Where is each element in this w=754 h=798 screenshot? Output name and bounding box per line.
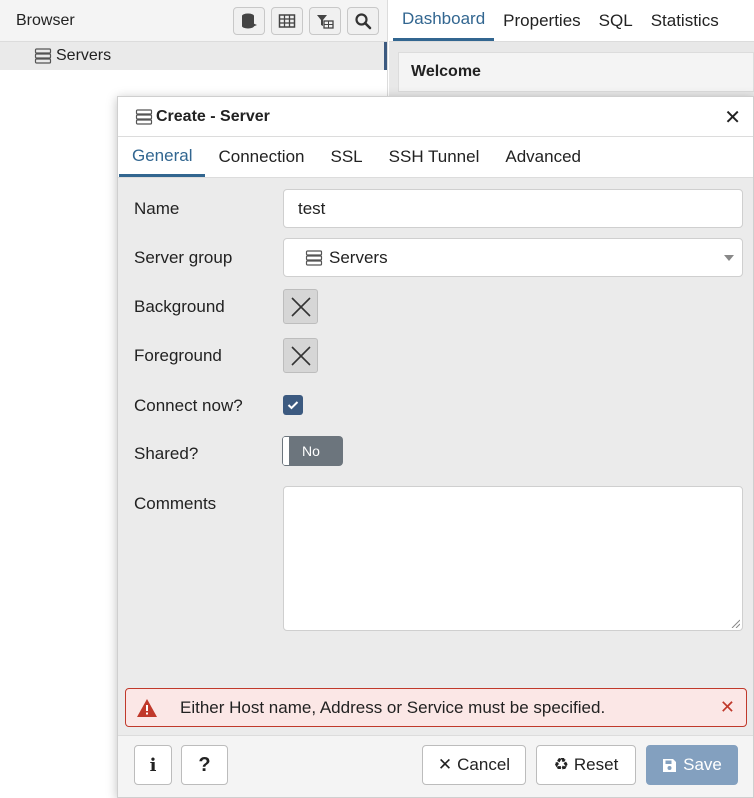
dialog-footer: i ? ✕ Cancel ♻ Reset Save [118,735,753,797]
server-group-select[interactable]: Servers [283,238,743,277]
info-button[interactable]: i [134,745,172,785]
cancel-button[interactable]: ✕ Cancel [422,745,526,785]
error-message: Either Host name, Address or Service mus… [125,688,747,727]
recycle-icon: ♻ [553,755,569,774]
tab-general[interactable]: General [119,137,206,177]
comments-label: Comments [134,494,217,513]
tree-item-servers[interactable]: Servers [0,42,387,70]
resize-grip-icon[interactable] [730,618,740,628]
view-data-button[interactable] [271,6,303,35]
server-group-value: Servers [329,247,388,267]
name-value: test [298,198,326,218]
server-group-icon [305,249,323,266]
search-objects-button[interactable] [347,6,379,35]
help-button[interactable]: ? [181,745,228,785]
error-text: Either Host name, Address or Service mus… [180,697,606,717]
filtered-rows-button[interactable] [309,6,341,35]
chevron-down-icon[interactable] [724,255,734,261]
query-tool-button[interactable] [233,6,265,35]
shared-label: Shared? [134,444,199,463]
background-color-picker[interactable] [283,289,318,324]
floppy-disk-icon [663,758,677,772]
dialog-title-bar[interactable]: Create - Server ✕ [118,97,753,137]
no-color-icon [290,345,311,366]
tab-ssl[interactable]: SSL [318,137,376,177]
search-icon [355,12,372,29]
name-input[interactable]: test [283,189,743,228]
error-close-icon[interactable]: ✕ [720,697,735,718]
server-group-icon [34,48,52,64]
shared-toggle[interactable]: No [282,436,343,466]
foreground-label: Foreground [134,346,222,365]
dialog-title: Create - Server [156,107,270,125]
checkmark-icon [287,401,299,410]
database-icon [242,13,257,28]
welcome-header: Welcome [398,52,754,92]
create-server-dialog: Create - Server ✕ General Connection SSL… [117,96,754,798]
tab-dashboard[interactable]: Dashboard [393,0,495,41]
tab-properties[interactable]: Properties [494,0,589,41]
close-icon[interactable]: ✕ [724,105,741,130]
browser-title: Browser [16,11,75,29]
panel-splitter[interactable] [384,42,387,70]
pgadmin-app: Browser Servers Dashboard Properties SQL [0,0,754,798]
save-label: Save [683,755,722,774]
table-icon [278,13,296,28]
cancel-label: Cancel [457,755,511,774]
tab-ssh-tunnel[interactable]: SSH Tunnel [376,137,493,177]
server-group-icon [135,108,153,125]
foreground-color-picker[interactable] [283,338,318,373]
toggle-handle [282,436,290,466]
connect-now-label: Connect now? [134,396,243,415]
close-icon: ✕ [437,755,453,774]
tree-item-label: Servers [56,47,112,64]
connect-now-checkbox[interactable] [283,395,303,415]
shared-toggle-text: No [302,443,320,459]
save-button[interactable]: Save [646,745,738,785]
tab-connection[interactable]: Connection [205,137,317,177]
warning-icon [137,698,157,717]
tab-sql[interactable]: SQL [590,0,642,41]
reset-label: Reset [573,755,619,774]
browser-header: Browser [0,0,387,42]
comments-textarea[interactable] [283,486,743,631]
main-tab-bar: Dashboard Properties SQL Statistics [389,0,754,42]
no-color-icon [290,296,311,317]
name-label: Name [134,199,180,218]
background-label: Background [134,297,225,316]
server-group-label: Server group [134,248,233,267]
reset-button[interactable]: ♻ Reset [536,745,636,785]
tab-statistics[interactable]: Statistics [642,0,728,41]
tab-advanced[interactable]: Advanced [492,137,594,177]
filter-table-icon [317,14,334,29]
dialog-tab-bar: General Connection SSL SSH Tunnel Advanc… [118,137,753,178]
